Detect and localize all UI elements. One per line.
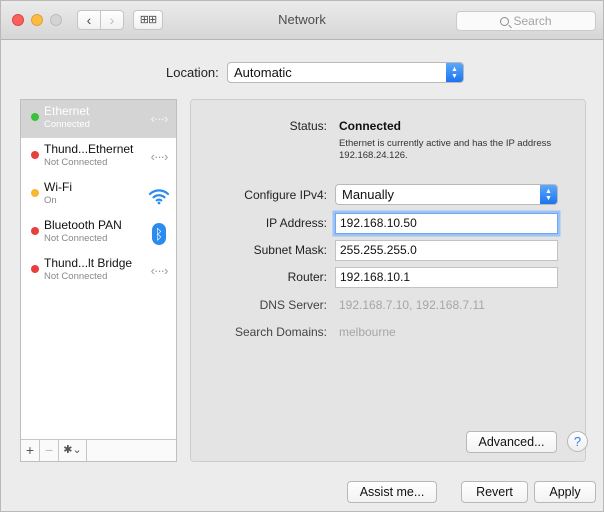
ip-address-label: IP Address: [265,216,327,230]
add-service-button[interactable]: + [21,440,40,461]
subnet-mask-label: Subnet Mask: [253,243,327,257]
service-status: Connected [44,119,90,130]
help-button[interactable]: ? [567,431,588,452]
service-item-thunderbolt-ethernet[interactable]: Thund...Ethernet Not Connected ‹···› [21,138,176,176]
router-field[interactable]: 192.168.10.1 [335,267,558,288]
service-name: Thund...lt Bridge [44,256,133,270]
configure-ipv4-popup[interactable]: Manually ▲ ▼ [335,184,558,205]
status-dot [31,265,39,273]
service-item-bluetooth-pan[interactable]: Bluetooth PAN Not Connected ᛒ [21,214,176,252]
service-status: Not Connected [44,157,108,168]
service-name: Ethernet [44,104,90,118]
wifi-icon [146,182,172,208]
status-description: Ethernet is currently active and has the… [339,138,552,161]
service-item-ethernet[interactable]: Ethernet Connected ‹···› [21,100,176,138]
popup-arrows-icon: ▲ ▼ [446,63,463,82]
status-value: Connected [339,119,402,133]
ip-address-field[interactable]: 192.168.10.50 [335,213,558,234]
location-popup[interactable]: Automatic ▲ ▼ [227,62,464,83]
popup-arrows-icon: ▲ ▼ [540,185,557,204]
ethernet-icon: ‹···› [150,149,169,164]
search-domains-value: melbourne [339,325,396,339]
status-dot [31,189,39,197]
configure-ipv4-label: Configure IPv4: [244,188,327,202]
status-dot [31,227,39,235]
apply-button[interactable]: Apply [534,481,596,503]
service-status: Not Connected [44,271,108,282]
ethernet-icon: ‹···› [150,111,169,126]
service-name: Bluetooth PAN [44,218,122,232]
ethernet-icon: ‹···› [150,263,169,278]
action-menu-button[interactable]: ✱⌄ [59,440,87,461]
service-item-wifi[interactable]: Wi-Fi On [21,176,176,214]
dns-server-label: DNS Server: [259,298,327,312]
network-window: ‹ › ⊞⊞ Network Search Location: Automati… [0,0,604,512]
title-bar: ‹ › ⊞⊞ Network Search [1,1,603,40]
status-label: Status: [289,119,327,133]
router-label: Router: [287,270,327,284]
service-list: Ethernet Connected ‹···› Thund...Etherne… [20,99,177,462]
advanced-button[interactable]: Advanced... [466,431,557,453]
configure-ipv4-value: Manually [342,187,395,202]
bluetooth-icon: ᛒ [146,220,172,246]
remove-service-button[interactable]: − [40,440,59,461]
service-status: Not Connected [44,233,108,244]
status-dot [31,151,39,159]
service-name: Wi-Fi [44,180,72,194]
dns-server-value: 192.168.7.10, 192.168.7.11 [339,298,485,312]
revert-button[interactable]: Revert [461,481,528,503]
subnet-mask-field[interactable]: 255.255.255.0 [335,240,558,261]
location-value: Automatic [234,65,292,80]
search-icon [500,17,510,26]
assist-me-button[interactable]: Assist me... [347,481,437,503]
service-item-thunderbolt-bridge[interactable]: Thund...lt Bridge Not Connected ‹···› [21,252,176,290]
search-placeholder: Search [513,14,552,28]
service-status: On [44,195,57,206]
service-name: Thund...Ethernet [44,142,134,156]
service-list-toolbar: + − ✱⌄ [21,439,176,461]
status-dot [31,113,39,121]
search-field[interactable]: Search [456,11,596,31]
search-domains-label: Search Domains: [234,325,327,339]
location-label: Location: [166,65,219,80]
